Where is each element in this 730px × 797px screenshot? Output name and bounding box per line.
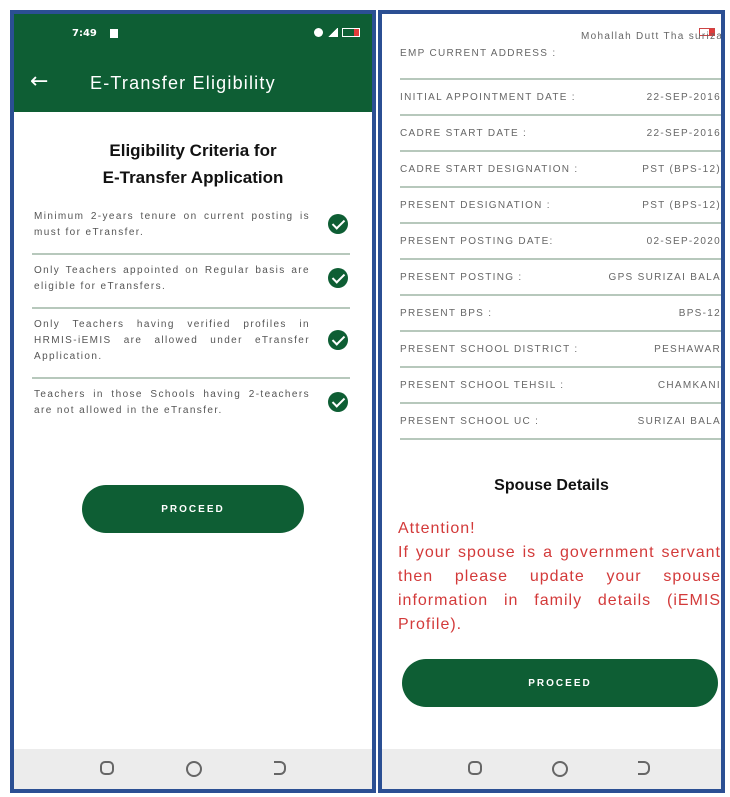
status-time: 7:49 [72, 28, 97, 39]
info-value: 02-SEP-2020 [646, 236, 721, 247]
info-row: PRESENT POSTING : GPS SURIZAI BALA [400, 260, 721, 296]
app-bar: ← E-Transfer Eligibility [14, 54, 372, 112]
criteria-list: Minimum 2-years tenure on current postin… [32, 201, 350, 431]
info-label: PRESENT SCHOOL DISTRICT : [400, 344, 579, 355]
home-icon[interactable] [186, 761, 202, 777]
back-nav-icon[interactable] [638, 761, 650, 775]
info-row: PRESENT SCHOOL UC : SURIZAI BALA [400, 404, 721, 440]
signal-icon [327, 28, 338, 37]
info-label: PRESENT SCHOOL UC : [400, 416, 540, 427]
info-value: 22-SEP-2016 [646, 128, 721, 139]
info-row: PRESENT BPS : BPS-12 [400, 296, 721, 332]
info-value: CHAMKANI [657, 380, 721, 391]
system-nav-bar [14, 749, 372, 789]
info-value: SURIZAI BALA [637, 416, 721, 427]
criteria-item: Minimum 2-years tenure on current postin… [32, 201, 350, 255]
info-row: PRESENT DESIGNATION : PST (BPS-12) [400, 188, 721, 224]
info-label: CADRE START DATE : [400, 128, 528, 139]
info-row-address: EMP CURRENT ADDRESS : Mohallah Dutt Tha … [400, 16, 721, 80]
proceed-button[interactable]: PROCEED [402, 659, 718, 707]
criteria-text: Only Teachers appointed on Regular basis… [34, 265, 310, 292]
info-row: PRESENT POSTING DATE: 02-SEP-2020 [400, 224, 721, 260]
info-row: PRESENT SCHOOL TEHSIL : CHAMKANI [400, 368, 721, 404]
criteria-text: Minimum 2-years tenure on current postin… [34, 211, 310, 238]
system-nav-bar [382, 749, 721, 789]
info-label: PRESENT SCHOOL TEHSIL : [400, 380, 565, 391]
info-value: BPS-12 [678, 308, 721, 319]
criteria-item: Only Teachers appointed on Regular basis… [32, 255, 350, 309]
app-bar-title: E-Transfer Eligibility [90, 73, 276, 93]
attention-message: If your spouse is a government servant t… [398, 544, 721, 633]
criteria-heading-line1: Eligibility Criteria for [109, 141, 277, 160]
info-label: INITIAL APPOINTMENT DATE : [400, 92, 576, 103]
info-label: PRESENT POSTING : [400, 272, 523, 283]
criteria-heading: Eligibility Criteria for E-Transfer Appl… [14, 137, 372, 191]
info-label: CADRE START DESIGNATION : [400, 164, 579, 175]
location-icon [314, 28, 323, 37]
info-value: Mohallah Dutt Tha surizai bala Peshawar [581, 31, 725, 42]
info-value: PST (BPS-12) [642, 200, 721, 211]
check-circle-icon [328, 214, 348, 234]
eligibility-screen: 7:49 ← E-Transfer Eligibility Eligibilit… [10, 10, 376, 793]
employee-info-list: EMP CURRENT ADDRESS : Mohallah Dutt Tha … [400, 16, 721, 440]
info-label: EMP CURRENT ADDRESS : [400, 48, 557, 59]
recent-apps-icon[interactable] [100, 761, 114, 775]
criteria-item: Only Teachers having verified profiles i… [32, 309, 350, 379]
check-circle-icon [328, 268, 348, 288]
back-nav-icon[interactable] [274, 761, 286, 775]
criteria-text: Only Teachers having verified profiles i… [34, 319, 310, 362]
info-value: PST (BPS-12) [642, 164, 721, 175]
battery-icon [342, 28, 360, 37]
info-row: CADRE START DATE : 22-SEP-2016 [400, 116, 721, 152]
info-value: PESHAWAR [654, 344, 721, 355]
spouse-details-heading: Spouse Details [494, 477, 609, 494]
check-circle-icon [328, 392, 348, 412]
recent-apps-icon[interactable] [468, 761, 482, 775]
criteria-text: Teachers in those Schools having 2-teach… [34, 389, 310, 416]
info-value: GPS SURIZAI BALA [608, 272, 721, 283]
info-label: PRESENT DESIGNATION : [400, 200, 551, 211]
arrow-left-icon[interactable]: ← [30, 69, 48, 94]
criteria-item: Teachers in those Schools having 2-teach… [32, 379, 350, 431]
info-label: PRESENT POSTING DATE: [400, 236, 554, 247]
info-row: PRESENT SCHOOL DISTRICT : PESHAWAR [400, 332, 721, 368]
info-row: CADRE START DESIGNATION : PST (BPS-12) [400, 152, 721, 188]
attention-title: Attention! [398, 520, 476, 537]
info-value: 22-SEP-2016 [646, 92, 721, 103]
info-row: INITIAL APPOINTMENT DATE : 22-SEP-2016 [400, 80, 721, 116]
criteria-heading-line2: E-Transfer Application [102, 168, 284, 187]
proceed-button[interactable]: PROCEED [82, 485, 304, 533]
sim-icon [110, 29, 118, 38]
status-bar: 7:49 [14, 14, 372, 54]
employee-details-screen: EMP CURRENT ADDRESS : Mohallah Dutt Tha … [378, 10, 725, 793]
attention-notice: Attention! If your spouse is a governmen… [398, 517, 721, 637]
status-icons [314, 28, 360, 37]
home-icon[interactable] [552, 761, 568, 777]
check-circle-icon [328, 330, 348, 350]
info-label: PRESENT BPS : [400, 308, 493, 319]
